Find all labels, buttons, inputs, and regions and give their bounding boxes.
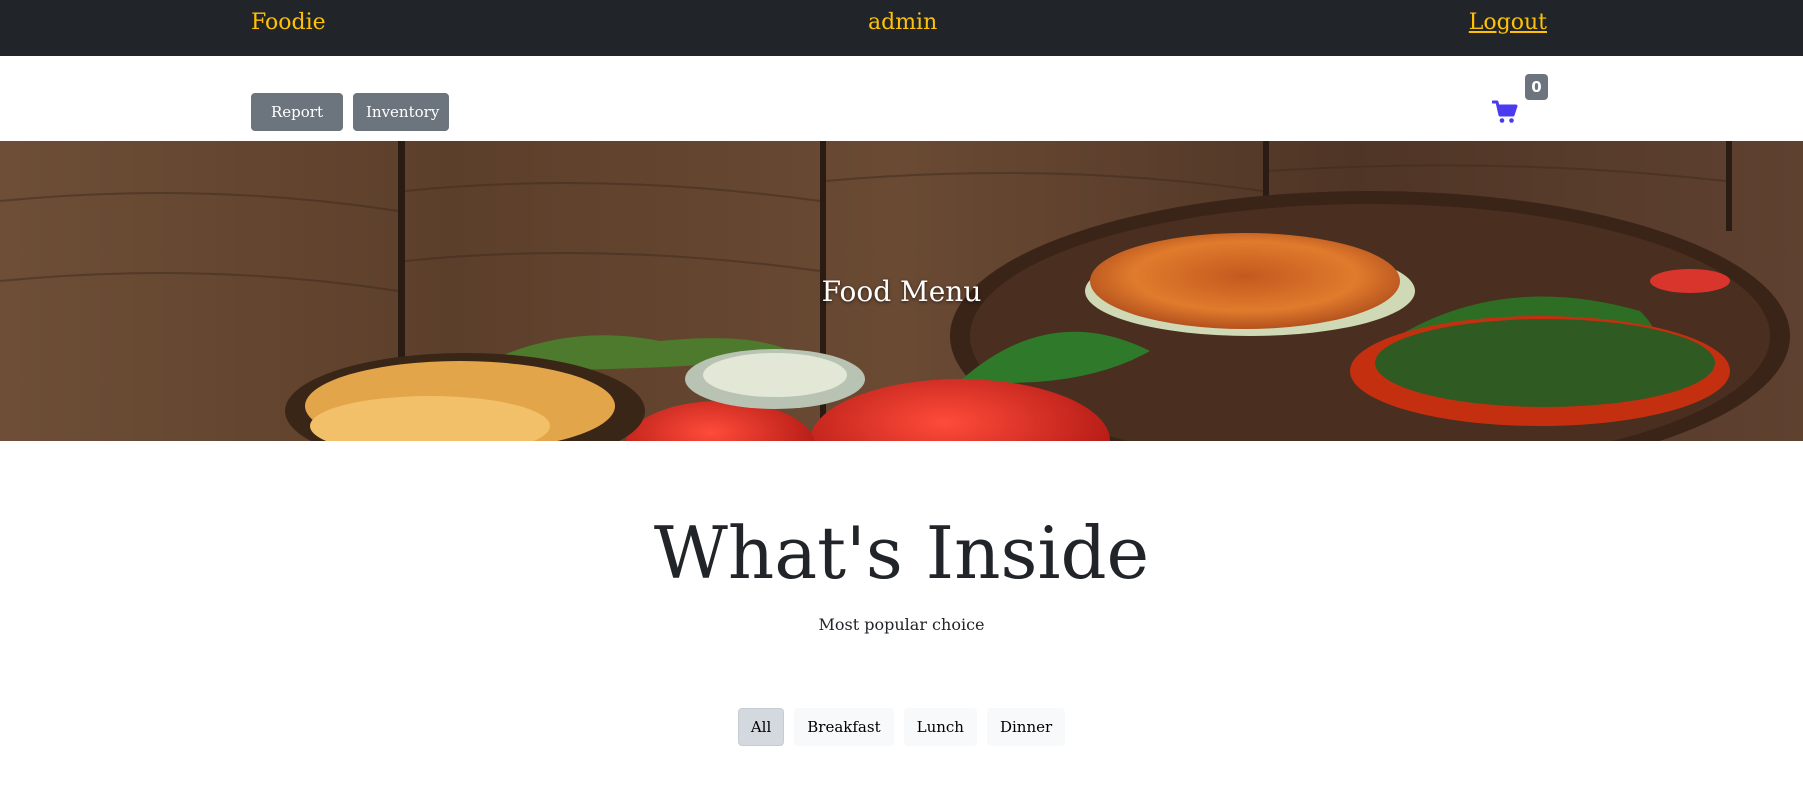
report-dropdown-button[interactable]: Report (251, 93, 343, 150)
filter-dinner-button[interactable]: Dinner (986, 708, 1066, 746)
inventory-button[interactable]: Inventory (353, 93, 449, 131)
hero-banner: Food Menu (0, 141, 1803, 441)
brand-link[interactable]: Foodie (251, 10, 326, 35)
report-button-label: Report (270, 103, 323, 121)
filter-lunch-button[interactable]: Lunch (903, 708, 977, 746)
category-filter-bar: All Breakfast Lunch Dinner (0, 708, 1803, 746)
current-user-name: admin (868, 10, 938, 35)
hero-title: Food Menu (821, 275, 982, 308)
filter-breakfast-button[interactable]: Breakfast (794, 708, 894, 746)
action-toolbar: Report Inventory 0 (0, 56, 1803, 150)
shopping-cart-icon (1492, 100, 1518, 123)
section-subtitle: Most popular choice (818, 615, 985, 634)
section-title: What's Inside (653, 511, 1150, 595)
cart-button[interactable]: 0 (1492, 74, 1548, 134)
top-navbar: Foodie admin Logout (0, 0, 1803, 56)
cart-count-badge: 0 (1525, 74, 1548, 100)
logout-link[interactable]: Logout (1469, 10, 1547, 35)
filter-all-button[interactable]: All (737, 708, 785, 746)
